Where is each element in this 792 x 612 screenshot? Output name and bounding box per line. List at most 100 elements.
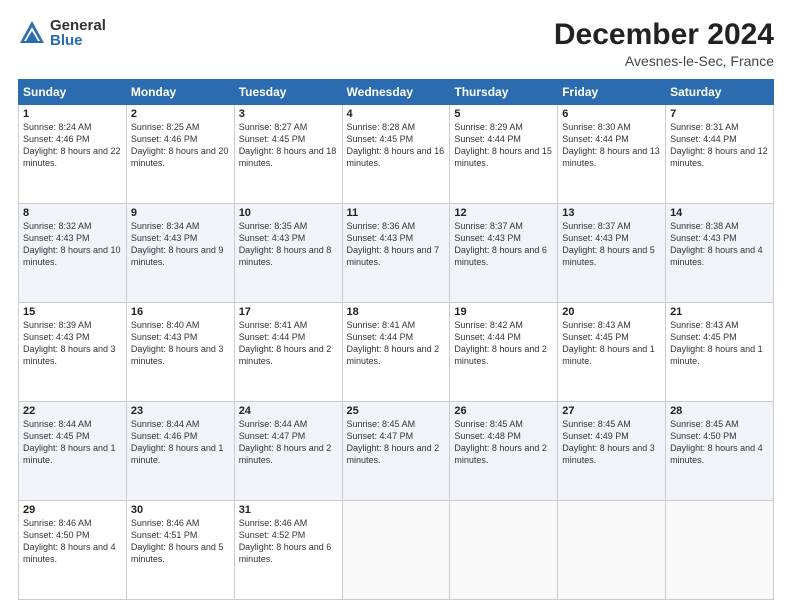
day-info: Sunrise: 8:44 AMSunset: 4:46 PMDaylight:… <box>131 419 224 465</box>
day-info: Sunrise: 8:37 AMSunset: 4:43 PMDaylight:… <box>562 221 655 267</box>
calendar-cell <box>450 501 558 600</box>
header: General Blue December 2024 Avesnes-le-Se… <box>18 18 774 69</box>
day-info: Sunrise: 8:34 AMSunset: 4:43 PMDaylight:… <box>131 221 224 267</box>
calendar-cell: 12 Sunrise: 8:37 AMSunset: 4:43 PMDaylig… <box>450 204 558 303</box>
calendar-week-row: 22 Sunrise: 8:44 AMSunset: 4:45 PMDaylig… <box>19 402 774 501</box>
day-number: 24 <box>239 405 338 417</box>
calendar-cell: 14 Sunrise: 8:38 AMSunset: 4:43 PMDaylig… <box>666 204 774 303</box>
header-wednesday: Wednesday <box>342 80 450 105</box>
day-number: 29 <box>23 504 122 516</box>
calendar-cell: 10 Sunrise: 8:35 AMSunset: 4:43 PMDaylig… <box>234 204 342 303</box>
location: Avesnes-le-Sec, France <box>554 53 774 69</box>
day-info: Sunrise: 8:45 AMSunset: 4:50 PMDaylight:… <box>670 419 763 465</box>
logo-general-text: General <box>50 18 106 33</box>
header-friday: Friday <box>558 80 666 105</box>
day-number: 28 <box>670 405 769 417</box>
day-info: Sunrise: 8:25 AMSunset: 4:46 PMDaylight:… <box>131 122 229 168</box>
calendar-cell: 4 Sunrise: 8:28 AMSunset: 4:45 PMDayligh… <box>342 105 450 204</box>
calendar-week-row: 1 Sunrise: 8:24 AMSunset: 4:46 PMDayligh… <box>19 105 774 204</box>
day-number: 25 <box>347 405 446 417</box>
day-info: Sunrise: 8:37 AMSunset: 4:43 PMDaylight:… <box>454 221 547 267</box>
calendar-cell: 16 Sunrise: 8:40 AMSunset: 4:43 PMDaylig… <box>126 303 234 402</box>
day-info: Sunrise: 8:45 AMSunset: 4:48 PMDaylight:… <box>454 419 547 465</box>
day-info: Sunrise: 8:38 AMSunset: 4:43 PMDaylight:… <box>670 221 763 267</box>
month-title: December 2024 <box>554 18 774 51</box>
day-info: Sunrise: 8:41 AMSunset: 4:44 PMDaylight:… <box>239 320 332 366</box>
day-number: 13 <box>562 207 661 219</box>
day-info: Sunrise: 8:39 AMSunset: 4:43 PMDaylight:… <box>23 320 116 366</box>
calendar-cell: 13 Sunrise: 8:37 AMSunset: 4:43 PMDaylig… <box>558 204 666 303</box>
day-number: 3 <box>239 108 338 120</box>
calendar-cell: 1 Sunrise: 8:24 AMSunset: 4:46 PMDayligh… <box>19 105 127 204</box>
day-info: Sunrise: 8:27 AMSunset: 4:45 PMDaylight:… <box>239 122 337 168</box>
day-info: Sunrise: 8:30 AMSunset: 4:44 PMDaylight:… <box>562 122 660 168</box>
calendar-cell: 19 Sunrise: 8:42 AMSunset: 4:44 PMDaylig… <box>450 303 558 402</box>
day-number: 14 <box>670 207 769 219</box>
calendar-page: General Blue December 2024 Avesnes-le-Se… <box>0 0 792 612</box>
logo: General Blue <box>18 18 106 48</box>
day-info: Sunrise: 8:31 AMSunset: 4:44 PMDaylight:… <box>670 122 768 168</box>
day-number: 22 <box>23 405 122 417</box>
calendar-cell: 7 Sunrise: 8:31 AMSunset: 4:44 PMDayligh… <box>666 105 774 204</box>
header-thursday: Thursday <box>450 80 558 105</box>
calendar-cell: 9 Sunrise: 8:34 AMSunset: 4:43 PMDayligh… <box>126 204 234 303</box>
day-info: Sunrise: 8:35 AMSunset: 4:43 PMDaylight:… <box>239 221 332 267</box>
calendar-cell: 22 Sunrise: 8:44 AMSunset: 4:45 PMDaylig… <box>19 402 127 501</box>
calendar-cell: 2 Sunrise: 8:25 AMSunset: 4:46 PMDayligh… <box>126 105 234 204</box>
day-number: 23 <box>131 405 230 417</box>
day-number: 15 <box>23 306 122 318</box>
calendar-cell: 24 Sunrise: 8:44 AMSunset: 4:47 PMDaylig… <box>234 402 342 501</box>
day-number: 6 <box>562 108 661 120</box>
day-number: 16 <box>131 306 230 318</box>
day-info: Sunrise: 8:46 AMSunset: 4:52 PMDaylight:… <box>239 518 332 564</box>
calendar-week-row: 29 Sunrise: 8:46 AMSunset: 4:50 PMDaylig… <box>19 501 774 600</box>
calendar-cell: 27 Sunrise: 8:45 AMSunset: 4:49 PMDaylig… <box>558 402 666 501</box>
day-info: Sunrise: 8:41 AMSunset: 4:44 PMDaylight:… <box>347 320 440 366</box>
weekday-header-row: Sunday Monday Tuesday Wednesday Thursday… <box>19 80 774 105</box>
calendar-cell: 28 Sunrise: 8:45 AMSunset: 4:50 PMDaylig… <box>666 402 774 501</box>
title-block: December 2024 Avesnes-le-Sec, France <box>554 18 774 69</box>
day-number: 26 <box>454 405 553 417</box>
day-number: 31 <box>239 504 338 516</box>
calendar-cell: 8 Sunrise: 8:32 AMSunset: 4:43 PMDayligh… <box>19 204 127 303</box>
calendar-cell: 25 Sunrise: 8:45 AMSunset: 4:47 PMDaylig… <box>342 402 450 501</box>
calendar-cell: 30 Sunrise: 8:46 AMSunset: 4:51 PMDaylig… <box>126 501 234 600</box>
calendar-week-row: 15 Sunrise: 8:39 AMSunset: 4:43 PMDaylig… <box>19 303 774 402</box>
day-number: 19 <box>454 306 553 318</box>
calendar-cell: 21 Sunrise: 8:43 AMSunset: 4:45 PMDaylig… <box>666 303 774 402</box>
logo-icon <box>18 19 46 47</box>
day-number: 4 <box>347 108 446 120</box>
day-number: 11 <box>347 207 446 219</box>
day-number: 30 <box>131 504 230 516</box>
calendar-cell: 6 Sunrise: 8:30 AMSunset: 4:44 PMDayligh… <box>558 105 666 204</box>
calendar-cell: 15 Sunrise: 8:39 AMSunset: 4:43 PMDaylig… <box>19 303 127 402</box>
calendar-cell: 11 Sunrise: 8:36 AMSunset: 4:43 PMDaylig… <box>342 204 450 303</box>
day-number: 17 <box>239 306 338 318</box>
day-number: 2 <box>131 108 230 120</box>
day-info: Sunrise: 8:44 AMSunset: 4:47 PMDaylight:… <box>239 419 332 465</box>
day-info: Sunrise: 8:44 AMSunset: 4:45 PMDaylight:… <box>23 419 116 465</box>
header-saturday: Saturday <box>666 80 774 105</box>
day-number: 10 <box>239 207 338 219</box>
calendar-table: Sunday Monday Tuesday Wednesday Thursday… <box>18 79 774 600</box>
calendar-week-row: 8 Sunrise: 8:32 AMSunset: 4:43 PMDayligh… <box>19 204 774 303</box>
day-number: 8 <box>23 207 122 219</box>
day-info: Sunrise: 8:43 AMSunset: 4:45 PMDaylight:… <box>670 320 763 366</box>
day-number: 1 <box>23 108 122 120</box>
day-info: Sunrise: 8:43 AMSunset: 4:45 PMDaylight:… <box>562 320 655 366</box>
day-info: Sunrise: 8:28 AMSunset: 4:45 PMDaylight:… <box>347 122 445 168</box>
calendar-cell: 23 Sunrise: 8:44 AMSunset: 4:46 PMDaylig… <box>126 402 234 501</box>
calendar-cell <box>342 501 450 600</box>
header-sunday: Sunday <box>19 80 127 105</box>
calendar-cell: 3 Sunrise: 8:27 AMSunset: 4:45 PMDayligh… <box>234 105 342 204</box>
day-info: Sunrise: 8:42 AMSunset: 4:44 PMDaylight:… <box>454 320 547 366</box>
calendar-cell: 18 Sunrise: 8:41 AMSunset: 4:44 PMDaylig… <box>342 303 450 402</box>
calendar-cell: 26 Sunrise: 8:45 AMSunset: 4:48 PMDaylig… <box>450 402 558 501</box>
day-info: Sunrise: 8:32 AMSunset: 4:43 PMDaylight:… <box>23 221 121 267</box>
calendar-cell <box>558 501 666 600</box>
day-number: 27 <box>562 405 661 417</box>
day-info: Sunrise: 8:46 AMSunset: 4:51 PMDaylight:… <box>131 518 224 564</box>
day-info: Sunrise: 8:24 AMSunset: 4:46 PMDaylight:… <box>23 122 121 168</box>
day-info: Sunrise: 8:36 AMSunset: 4:43 PMDaylight:… <box>347 221 440 267</box>
calendar-cell: 17 Sunrise: 8:41 AMSunset: 4:44 PMDaylig… <box>234 303 342 402</box>
